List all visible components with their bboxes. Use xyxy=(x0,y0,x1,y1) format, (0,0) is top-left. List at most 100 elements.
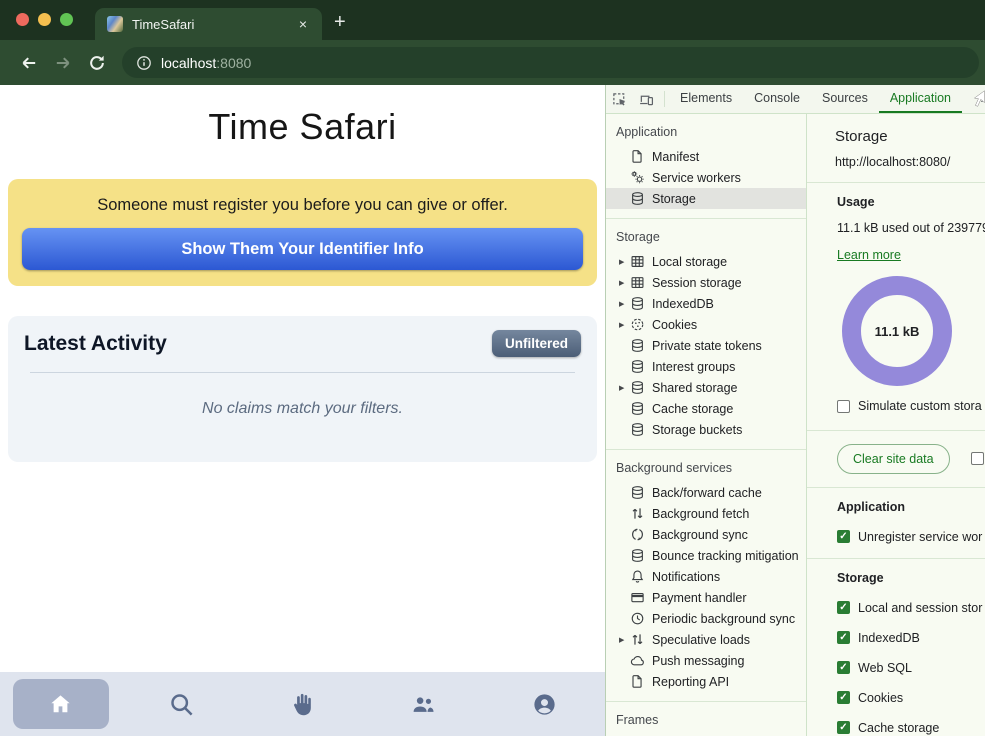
tab-favicon xyxy=(107,16,123,32)
page-title: Time Safari xyxy=(0,106,605,148)
tree-item-background-fetch[interactable]: ▶Background fetch xyxy=(606,503,806,524)
expander-icon[interactable]: ▶ xyxy=(619,258,630,266)
sidebar-section-storage: Storage▶Local storage▶Session storage▶In… xyxy=(606,219,806,450)
expander-icon[interactable]: ▶ xyxy=(619,636,630,644)
forward-button[interactable] xyxy=(46,49,80,77)
tree-item-label: Service workers xyxy=(652,171,741,185)
devtools-tab-console[interactable]: Console xyxy=(743,85,811,113)
table-icon xyxy=(630,275,645,290)
minimize-window-button[interactable] xyxy=(38,13,51,26)
tree-item-notifications[interactable]: ▶Notifications xyxy=(606,566,806,587)
tree-item-local-storage[interactable]: ▶Local storage xyxy=(606,251,806,272)
doc-icon xyxy=(630,149,645,164)
tree-item-speculative-loads[interactable]: ▶Speculative loads xyxy=(606,629,806,650)
expander-icon[interactable]: ▶ xyxy=(619,279,630,287)
tree-item-interest-groups[interactable]: ▶Interest groups xyxy=(606,356,806,377)
tree-item-private-state-tokens[interactable]: ▶Private state tokens xyxy=(606,335,806,356)
maximize-window-button[interactable] xyxy=(60,13,73,26)
devtools-tabbar: ElementsConsoleSourcesApplication » xyxy=(606,85,985,114)
tree-item-cookies[interactable]: ▶Cookies xyxy=(606,314,806,335)
tree-item-shared-storage[interactable]: ▶Shared storage xyxy=(606,377,806,398)
storage-cookies-row[interactable]: Cookies xyxy=(837,691,985,705)
tree-item-label: IndexedDB xyxy=(652,297,714,311)
storage-indexeddb-checkbox[interactable] xyxy=(837,631,850,644)
learn-more-link[interactable]: Learn more xyxy=(837,248,901,262)
updown-icon xyxy=(630,632,645,647)
tree-item-push-messaging[interactable]: ▶Push messaging xyxy=(606,650,806,671)
reload-button[interactable] xyxy=(80,49,114,77)
tree-item-payment-handler[interactable]: ▶Payment handler xyxy=(606,587,806,608)
tree-item-back-forward-cache[interactable]: ▶Back/forward cache xyxy=(606,482,806,503)
unfiltered-button[interactable]: Unfiltered xyxy=(492,330,581,357)
clear-site-data-button[interactable]: Clear site data xyxy=(837,444,950,474)
nav-item-search[interactable] xyxy=(121,672,242,736)
tree-item-session-storage[interactable]: ▶Session storage xyxy=(606,272,806,293)
search-icon xyxy=(168,691,195,718)
device-toolbar-icon[interactable] xyxy=(633,85,660,113)
expander-icon[interactable]: ▶ xyxy=(619,300,630,308)
nav-item-person[interactable] xyxy=(484,672,605,736)
tree-item-label: Storage buckets xyxy=(652,423,742,437)
back-button[interactable] xyxy=(12,49,46,77)
simulate-checkbox[interactable] xyxy=(837,400,850,413)
tab-close-icon[interactable]: × xyxy=(294,16,312,32)
nav-item-people[interactable] xyxy=(363,672,484,736)
tree-item-label: Periodic background sync xyxy=(652,612,795,626)
application-unregister-service-wor-row[interactable]: Unregister service wor xyxy=(837,530,985,544)
browser-tab[interactable]: TimeSafari × xyxy=(95,8,322,40)
storage-local-and-session-stor-checkbox[interactable] xyxy=(837,601,850,614)
nav-item-home[interactable] xyxy=(0,672,121,736)
usage-text: 11.1 kB used out of 239779 xyxy=(837,221,985,235)
donut-label: 11.1 kB xyxy=(875,324,920,339)
tree-item-label: Reporting API xyxy=(652,675,729,689)
show-identifier-info-button[interactable]: Show Them Your Identifier Info xyxy=(22,228,583,270)
db-icon xyxy=(630,380,645,395)
tree-item-reporting-api[interactable]: ▶Reporting API xyxy=(606,671,806,692)
application-unregister-service-wor-checkbox[interactable] xyxy=(837,530,850,543)
tree-item-bounce-tracking-mitigation[interactable]: ▶Bounce tracking mitigation xyxy=(606,545,806,566)
site-info-icon[interactable] xyxy=(136,55,152,71)
storage-web-sql-row[interactable]: Web SQL xyxy=(837,661,985,675)
tree-item-background-sync[interactable]: ▶Background sync xyxy=(606,524,806,545)
include-third-party-row[interactable]: in xyxy=(971,452,985,466)
new-tab-button[interactable]: + xyxy=(334,11,346,34)
simulate-custom-storage-row[interactable]: Simulate custom stora xyxy=(837,399,982,413)
storage-cookies-checkbox[interactable] xyxy=(837,691,850,704)
nav-item-hand[interactable] xyxy=(242,672,363,736)
include-checkbox[interactable] xyxy=(971,452,984,465)
expander-icon[interactable]: ▶ xyxy=(619,321,630,329)
gears-icon xyxy=(630,170,645,185)
tree-item-label: Background fetch xyxy=(652,507,749,521)
storage-web-sql-checkbox[interactable] xyxy=(837,661,850,674)
address-bar[interactable]: localhost:8080 xyxy=(122,47,979,78)
application-section-title: Application xyxy=(837,500,985,514)
tree-item-indexeddb[interactable]: ▶ IndexedDB xyxy=(606,293,806,314)
close-window-button[interactable] xyxy=(16,13,29,26)
expander-icon[interactable]: ▶ xyxy=(619,384,630,392)
active-nav-tile xyxy=(13,679,109,729)
people-icon xyxy=(410,691,437,718)
checkbox-label: IndexedDB xyxy=(858,631,920,645)
tree-item-label: Manifest xyxy=(652,150,699,164)
storage-local-and-session-stor-row[interactable]: Local and session stor xyxy=(837,601,985,615)
devtools-tab-application[interactable]: Application xyxy=(879,85,962,113)
tree-item-periodic-background-sync[interactable]: ▶Periodic background sync xyxy=(606,608,806,629)
inspect-element-icon[interactable] xyxy=(606,85,633,113)
url-text: localhost:8080 xyxy=(161,55,251,71)
storage-indexeddb-row[interactable]: IndexedDB xyxy=(837,631,985,645)
db-icon xyxy=(630,338,645,353)
home-icon xyxy=(48,692,73,717)
tree-item-label: Background sync xyxy=(652,528,748,542)
tree-item-label: Notifications xyxy=(652,570,720,584)
devtools-tab-sources[interactable]: Sources xyxy=(811,85,879,113)
tree-item-storage[interactable]: ▶Storage xyxy=(606,188,806,209)
tree-item-manifest[interactable]: ▶Manifest xyxy=(606,146,806,167)
tree-item-cache-storage[interactable]: ▶Cache storage xyxy=(606,398,806,419)
db-icon xyxy=(630,548,645,563)
db-icon xyxy=(630,359,645,374)
storage-cache-storage-checkbox[interactable] xyxy=(837,721,850,734)
storage-cache-storage-row[interactable]: Cache storage xyxy=(837,721,985,735)
devtools-tab-elements[interactable]: Elements xyxy=(669,85,743,113)
tree-item-service-workers[interactable]: ▶Service workers xyxy=(606,167,806,188)
tree-item-storage-buckets[interactable]: ▶Storage buckets xyxy=(606,419,806,440)
